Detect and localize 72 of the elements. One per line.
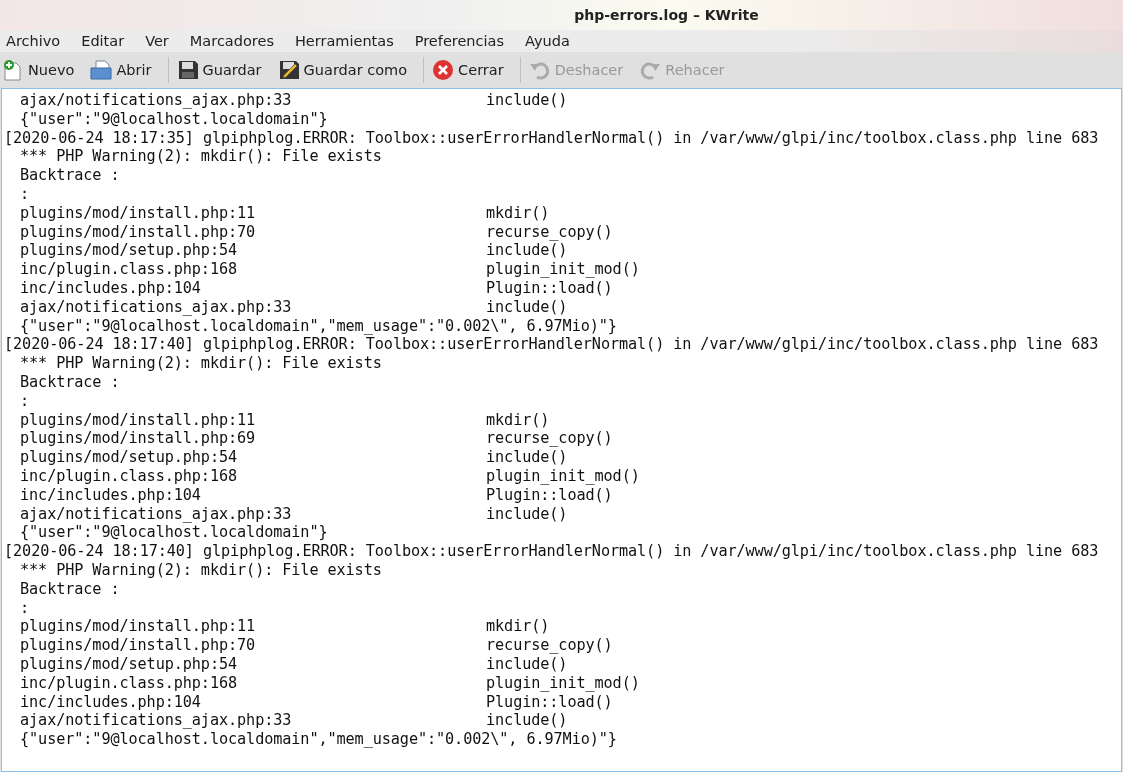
code-line: plugin_init_mod() <box>486 673 640 693</box>
code-line: inc/includes.php:104 <box>20 485 202 505</box>
code-line: include() <box>486 241 568 261</box>
code-line: Plugin::load() <box>486 485 613 505</box>
new-document-icon <box>2 59 24 81</box>
code-line: plugins/mod/setup.php:54 <box>20 448 239 467</box>
code-line: plugins/mod/install.php:11 <box>20 410 257 430</box>
code-line: Backtrace : <box>20 579 120 599</box>
code-line: recurse_copy() <box>486 222 613 242</box>
code-line: mkdir() <box>486 410 550 430</box>
code-line: Plugin::load() <box>486 692 613 712</box>
menu-item[interactable]: Preferencias <box>414 33 504 49</box>
code-line: : <box>20 185 30 204</box>
menu-item[interactable]: Herramientas <box>294 33 394 49</box>
toolbar-button[interactable]: Guardar <box>176 57 270 83</box>
floppy-pencil-icon <box>277 59 300 81</box>
code-line: plugins/mod/install.php:70 <box>20 222 257 242</box>
code-line: *** PHP Warning(2): mkdir(): File exists <box>20 354 382 373</box>
code-line: plugins/mod/install.php:70 <box>20 636 257 655</box>
code-line: inc/plugin.class.php:168 <box>20 260 239 279</box>
code-line: inc/includes.php:104 <box>20 692 202 712</box>
folder-icon <box>90 59 113 81</box>
code-line: plugins/mod/install.php:11 <box>20 617 257 637</box>
code-line: include() <box>486 91 568 110</box>
code-line: : <box>20 598 30 618</box>
text-editor[interactable] <box>1 88 1122 772</box>
code-line: Backtrace : <box>20 372 120 392</box>
code-line: [2020-06-24 18:17:35] glpiphplog.ERROR: Toolbox::userErrorHandlerNormal() in /var/www/glpi/inc/toolbox.class.php line 683 <box>4 128 1099 148</box>
code-line: include() <box>486 297 568 317</box>
code-line: inc/includes.php:104 <box>20 278 202 298</box>
code-line: {"user":"9@localhost.localdomain","mem_usage":"0.002\", 6.97Mio)"} <box>20 316 617 336</box>
code-line: *** PHP Warning(2): mkdir(): File exists <box>20 147 382 167</box>
code-line: include() <box>486 654 568 674</box>
code-line: include() <box>486 711 568 731</box>
code-line: ajax/notifications_ajax.php:33 <box>20 91 293 110</box>
code-line: plugins/mod/setup.php:54 <box>20 241 239 261</box>
code-line: inc/plugin.class.php:168 <box>20 673 239 693</box>
code-line: ajax/notifications_ajax.php:33 <box>20 504 293 524</box>
code-line: Plugin::load() <box>486 278 613 298</box>
code-line: {"user":"9@localhost.localdomain"} <box>20 523 328 543</box>
toolbar-button[interactable]: Abrir <box>90 57 160 83</box>
toolbar-button[interactable]: Guardar como <box>277 57 416 83</box>
code-line: : <box>20 391 30 411</box>
code-line: {"user":"9@localhost.localdomain","mem_usage":"0.002\", 6.97Mio)"} <box>20 730 617 749</box>
code-line: plugin_init_mod() <box>486 466 640 486</box>
code-line: plugins/mod/install.php:11 <box>20 203 257 223</box>
menu-item[interactable]: Marcadores <box>189 33 274 49</box>
menu-item[interactable]: Ver <box>145 33 169 49</box>
window-title: php-errors.log – KWrite <box>574 7 759 23</box>
code-line: mkdir() <box>486 617 550 637</box>
code-line: include() <box>486 504 568 524</box>
menu-item[interactable]: Archivo <box>6 33 61 49</box>
code-line: recurse_copy() <box>486 429 613 449</box>
code-line: [2020-06-24 18:17:40] glpiphplog.ERROR: Toolbox::userErrorHandlerNormal() in /var/www/glpi/inc/toolbox.class.php line 683 <box>4 335 1099 355</box>
code-line: plugin_init_mod() <box>486 260 640 279</box>
code-line: ajax/notifications_ajax.php:33 <box>20 711 293 731</box>
code-line: {"user":"9@localhost.localdomain"} <box>20 109 328 129</box>
toolbar-button[interactable]: Cerrar <box>432 57 512 83</box>
menu-item[interactable]: Ayuda <box>525 33 570 49</box>
code-line: inc/plugin.class.php:168 <box>20 466 239 486</box>
code-line: plugins/mod/install.php:69 <box>20 429 257 449</box>
close-icon <box>432 59 455 81</box>
code-line: recurse_copy() <box>486 636 613 655</box>
code-line: *** PHP Warning(2): mkdir(): File exists <box>20 560 382 580</box>
code-line: Backtrace : <box>20 166 120 185</box>
code-line: [2020-06-24 18:17:40] glpiphplog.ERROR: Toolbox::userErrorHandlerNormal() in /var/www/glpi/inc/toolbox.class.php line 683 <box>4 542 1099 561</box>
code-line: mkdir() <box>486 203 550 223</box>
toolbar-button[interactable]: Nuevo <box>2 57 83 83</box>
code-line: ajax/notifications_ajax.php:33 <box>20 297 293 317</box>
menu-item[interactable]: Editar <box>81 33 125 49</box>
code-line: include() <box>486 448 568 467</box>
code-line: plugins/mod/setup.php:54 <box>20 654 239 674</box>
